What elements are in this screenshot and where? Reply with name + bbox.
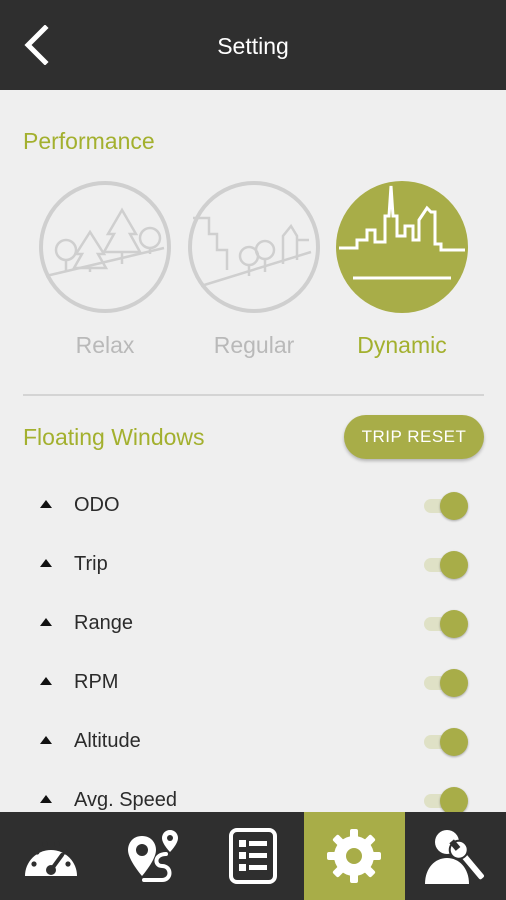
nav-service[interactable] xyxy=(405,812,506,900)
list-item: ODO xyxy=(0,476,506,535)
floating-windows-title: Floating Windows xyxy=(23,424,205,450)
page-title: Setting xyxy=(217,33,289,59)
mode-relax[interactable]: Relax xyxy=(37,180,173,359)
move-up-icon[interactable] xyxy=(40,500,52,508)
speedometer-icon xyxy=(24,841,77,876)
suburb-icon xyxy=(188,181,320,313)
app-bar: Setting xyxy=(0,0,506,90)
nav-dashboard[interactable] xyxy=(0,812,101,900)
toggle-switch[interactable] xyxy=(424,669,470,697)
mode-label-regular: Regular xyxy=(213,332,295,358)
move-up-icon[interactable] xyxy=(40,736,52,744)
item-label: Trip xyxy=(74,553,108,575)
performance-title: Performance xyxy=(23,128,155,154)
toggle-thumb xyxy=(440,610,468,638)
report-list-icon xyxy=(229,828,277,884)
route-pin-icon xyxy=(127,830,178,882)
list-item: Range xyxy=(0,594,506,653)
toggle-switch[interactable] xyxy=(424,551,470,579)
gear-icon xyxy=(327,829,382,883)
item-label: Altitude xyxy=(74,730,141,752)
toggle-thumb xyxy=(440,551,468,579)
toggle-thumb xyxy=(440,787,468,812)
section-divider xyxy=(23,394,484,396)
toggle-thumb xyxy=(440,492,468,520)
trees-icon xyxy=(39,181,171,313)
list-item: Avg. Speed xyxy=(0,771,506,812)
mode-regular[interactable]: Regular xyxy=(186,180,322,359)
chevron-left-icon xyxy=(24,25,49,65)
user-wrench-icon xyxy=(425,830,487,884)
city-skyline-icon xyxy=(336,181,468,313)
toggle-thumb xyxy=(440,669,468,697)
list-item: Altitude xyxy=(0,712,506,771)
floating-windows-list[interactable]: ODO Trip Range RPM Altitude Avg. Speed xyxy=(0,476,506,812)
move-up-icon[interactable] xyxy=(40,618,52,626)
list-item: RPM xyxy=(0,653,506,712)
mode-dynamic[interactable]: Dynamic xyxy=(334,180,470,359)
toggle-switch[interactable] xyxy=(424,728,470,756)
nav-settings[interactable] xyxy=(303,812,405,900)
mode-label-dynamic: Dynamic xyxy=(357,332,447,358)
item-label: RPM xyxy=(74,671,119,693)
item-label: Avg. Speed xyxy=(74,789,178,811)
move-up-icon[interactable] xyxy=(40,559,52,567)
toggle-switch[interactable] xyxy=(424,787,470,812)
nav-route[interactable] xyxy=(101,812,202,900)
toggle-switch[interactable] xyxy=(424,610,470,638)
move-up-icon[interactable] xyxy=(40,677,52,685)
nav-report[interactable] xyxy=(202,812,303,900)
item-label: Range xyxy=(74,612,133,634)
mode-label-relax: Relax xyxy=(75,332,135,358)
move-up-icon[interactable] xyxy=(40,795,52,803)
list-item: Trip xyxy=(0,535,506,594)
bottom-nav xyxy=(0,812,506,900)
trip-reset-button[interactable]: TRIP RESET xyxy=(344,415,484,459)
toggle-thumb xyxy=(440,728,468,756)
item-label: ODO xyxy=(74,494,120,516)
toggle-switch[interactable] xyxy=(424,492,470,520)
back-button[interactable] xyxy=(14,22,58,68)
